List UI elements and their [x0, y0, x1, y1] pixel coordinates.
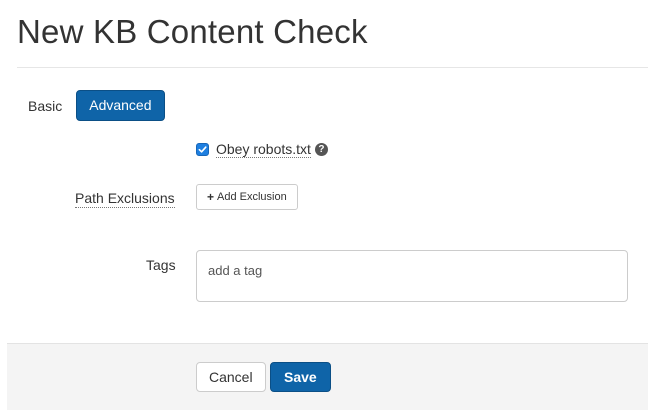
obey-robots-label[interactable]: Obey robots.txt — [216, 141, 311, 158]
obey-robots-text: Obey robots.txt — [216, 141, 311, 158]
cancel-button[interactable]: Cancel — [196, 362, 266, 392]
plus-icon: + — [207, 190, 215, 204]
obey-robots-option: Obey robots.txt ? — [196, 141, 328, 158]
save-button[interactable]: Save — [270, 362, 331, 392]
checkmark-icon — [198, 145, 207, 153]
advanced-mode-button[interactable]: Advanced — [76, 90, 165, 121]
basic-mode-tab[interactable]: Basic — [28, 98, 62, 114]
obey-robots-checkbox[interactable] — [196, 142, 209, 156]
page-title: New KB Content Check — [17, 13, 368, 50]
add-exclusion-button[interactable]: + Add Exclusion — [196, 184, 298, 210]
question-circle-icon[interactable]: ? — [314, 142, 328, 156]
tags-input[interactable]: add a tag — [196, 250, 628, 302]
path-exclusions-label: Path Exclusions — [75, 190, 175, 208]
title-divider — [17, 67, 648, 68]
mode-toggle: Basic Advanced — [28, 90, 165, 121]
tags-label: Tags — [146, 257, 176, 273]
add-exclusion-label: Add Exclusion — [217, 191, 287, 203]
tags-placeholder: add a tag — [208, 263, 263, 278]
